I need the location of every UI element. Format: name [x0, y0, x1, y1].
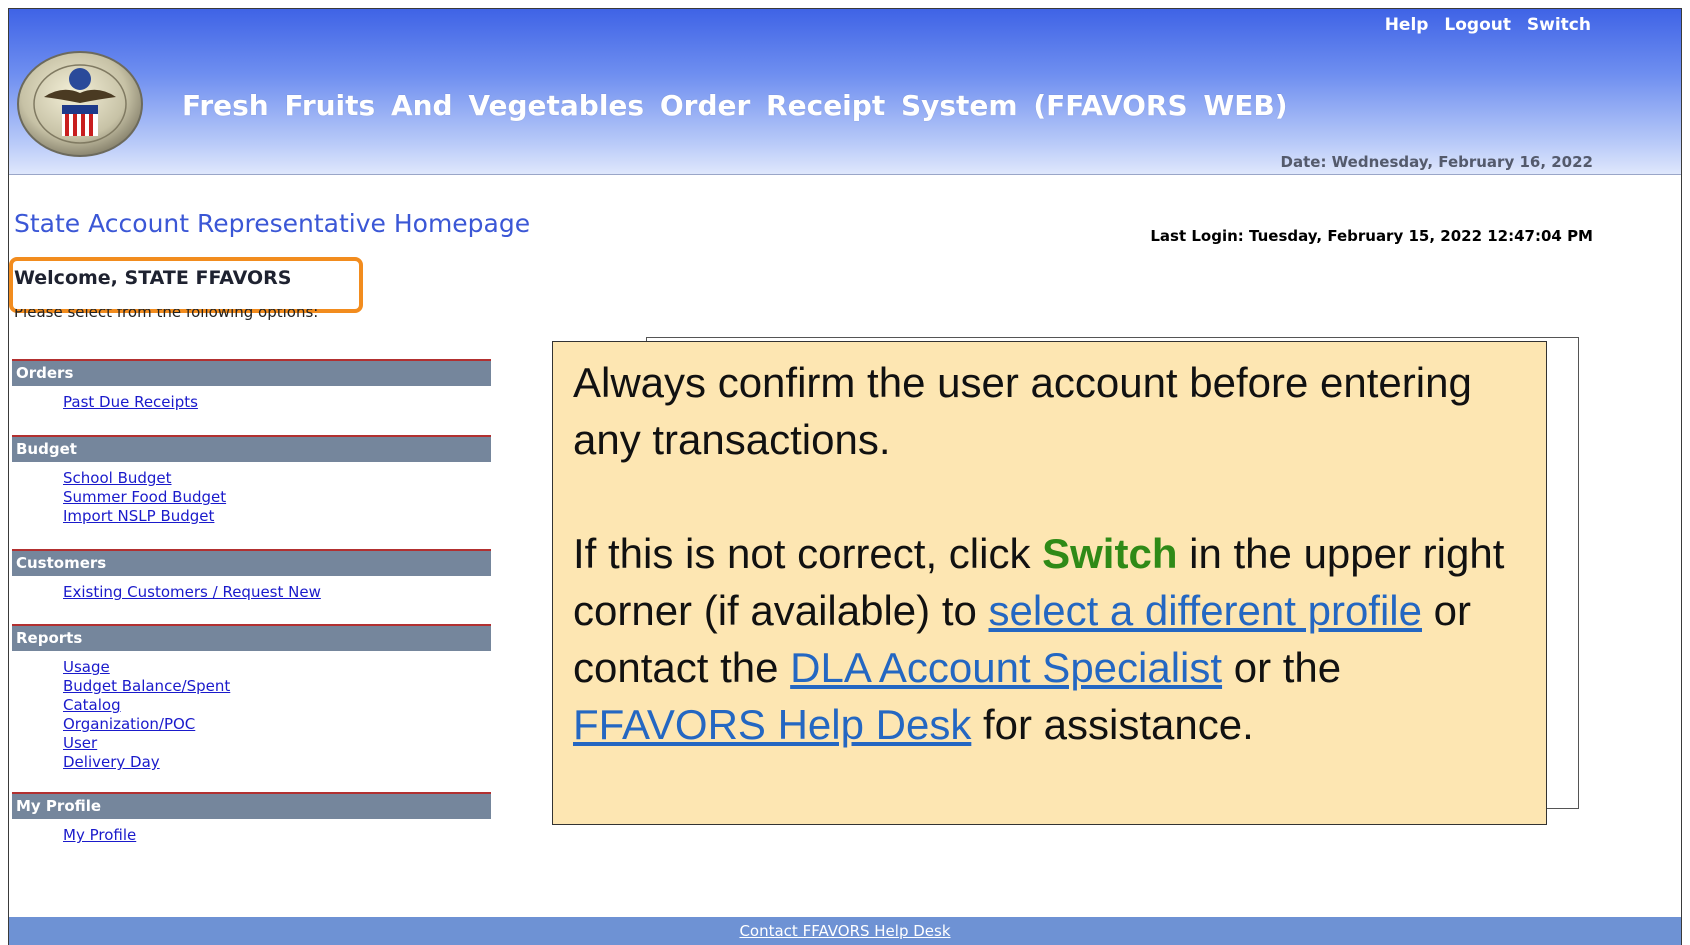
- switch-emphasis: Switch: [1042, 530, 1178, 577]
- my-profile-link[interactable]: My Profile: [63, 826, 491, 845]
- menu-section-budget: Budget School Budget Summer Food Budget …: [12, 435, 491, 526]
- dla-seal-icon: [17, 51, 143, 157]
- ffavors-help-desk-link[interactable]: FFAVORS Help Desk: [573, 701, 971, 748]
- top-links: Help Logout Switch: [1375, 15, 1591, 35]
- menu-header-customers: Customers: [12, 549, 491, 576]
- menu-header-budget: Budget: [12, 435, 491, 462]
- system-title: Fresh Fruits And Vegetables Order Receip…: [182, 89, 1288, 122]
- footer-bar: Contact FFAVORS Help Desk: [9, 917, 1681, 945]
- contact-help-desk-link[interactable]: Contact FFAVORS Help Desk: [739, 922, 950, 940]
- logout-link[interactable]: Logout: [1444, 15, 1511, 35]
- menu-section-orders: Orders Past Due Receipts: [12, 359, 491, 412]
- menu-section-reports: Reports Usage Budget Balance/Spent Catal…: [12, 624, 491, 772]
- usage-report-link[interactable]: Usage: [63, 658, 491, 677]
- instruction-text: Please select from the following options…: [14, 309, 319, 321]
- catalog-link[interactable]: Catalog: [63, 696, 491, 715]
- callout-box: Always confirm the user account before e…: [552, 341, 1547, 825]
- organization-poc-link[interactable]: Organization/POC: [63, 715, 491, 734]
- callout-paragraph2: If this is not correct, click Switch in …: [573, 530, 1505, 748]
- menu-section-my-profile: My Profile My Profile: [12, 792, 491, 845]
- menu-header-orders: Orders: [12, 359, 491, 386]
- app-window: Help Logout Switch Fresh Fruits And Vege…: [8, 8, 1682, 945]
- current-date: Date: Wednesday, February 16, 2022: [1280, 153, 1593, 171]
- switch-link[interactable]: Switch: [1527, 15, 1591, 35]
- existing-customers-link[interactable]: Existing Customers / Request New: [63, 583, 491, 602]
- summer-food-budget-link[interactable]: Summer Food Budget: [63, 488, 491, 507]
- menu-header-my-profile: My Profile: [12, 792, 491, 819]
- callout-line1: Always confirm the user account before e…: [573, 359, 1472, 463]
- last-login: Last Login: Tuesday, February 15, 2022 1…: [1150, 227, 1593, 245]
- help-link[interactable]: Help: [1385, 15, 1429, 35]
- import-nslp-budget-link[interactable]: Import NSLP Budget: [63, 507, 491, 526]
- dla-account-specialist-link[interactable]: DLA Account Specialist: [790, 644, 1222, 691]
- user-report-link[interactable]: User: [63, 734, 491, 753]
- header-banner: Help Logout Switch Fresh Fruits And Vege…: [9, 9, 1681, 175]
- budget-balance-spent-link[interactable]: Budget Balance/Spent: [63, 677, 491, 696]
- select-profile-link[interactable]: select a different profile: [989, 587, 1422, 634]
- menu-section-customers: Customers Existing Customers / Request N…: [12, 549, 491, 602]
- school-budget-link[interactable]: School Budget: [63, 469, 491, 488]
- page-title: State Account Representative Homepage: [14, 209, 531, 238]
- past-due-receipts-link[interactable]: Past Due Receipts: [63, 393, 491, 412]
- delivery-day-link[interactable]: Delivery Day: [63, 753, 491, 772]
- welcome-text: Welcome, STATE FFAVORS: [14, 267, 292, 289]
- menu-header-reports: Reports: [12, 624, 491, 651]
